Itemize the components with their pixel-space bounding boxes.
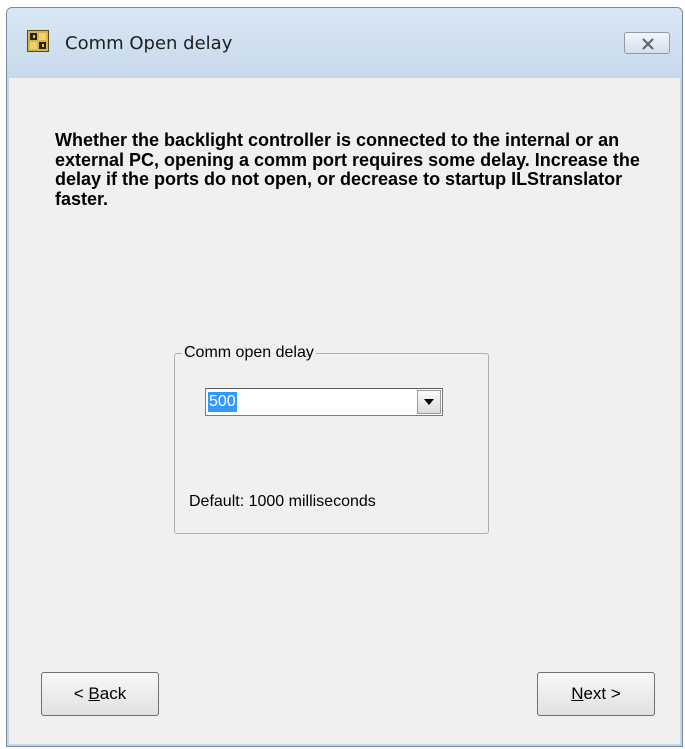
app-grid-icon	[27, 30, 49, 52]
group-label: Comm open delay	[182, 344, 316, 362]
back-rest: ack	[99, 684, 127, 703]
back-accelerator: B	[88, 684, 100, 703]
back-button[interactable]: < Back	[41, 672, 159, 716]
delay-combobox[interactable]: 500	[205, 388, 443, 416]
close-icon	[642, 38, 654, 50]
back-button-label: < Back	[74, 684, 126, 704]
dialog-window: Comm Open delay Whether the backlight co…	[6, 7, 683, 747]
default-value-label: Default: 1000 milliseconds	[189, 493, 376, 510]
close-button[interactable]	[624, 32, 670, 54]
delay-value[interactable]: 500	[208, 392, 237, 412]
next-button-label: Next >	[571, 684, 621, 704]
next-rest: ext >	[583, 684, 621, 703]
next-accelerator: N	[571, 684, 584, 703]
next-button[interactable]: Next >	[537, 672, 655, 716]
title-bar[interactable]: Comm Open delay	[7, 8, 682, 78]
chevron-down-icon	[424, 399, 434, 405]
description-text: Whether the backlight controller is conn…	[55, 130, 640, 209]
dropdown-button[interactable]	[417, 390, 441, 414]
window-title: Comm Open delay	[65, 33, 233, 54]
back-prefix: <	[73, 684, 89, 703]
comm-open-delay-group: Comm open delay 500 Default: 1000 millis…	[174, 344, 489, 534]
dialog-content: Whether the backlight controller is conn…	[9, 78, 680, 744]
